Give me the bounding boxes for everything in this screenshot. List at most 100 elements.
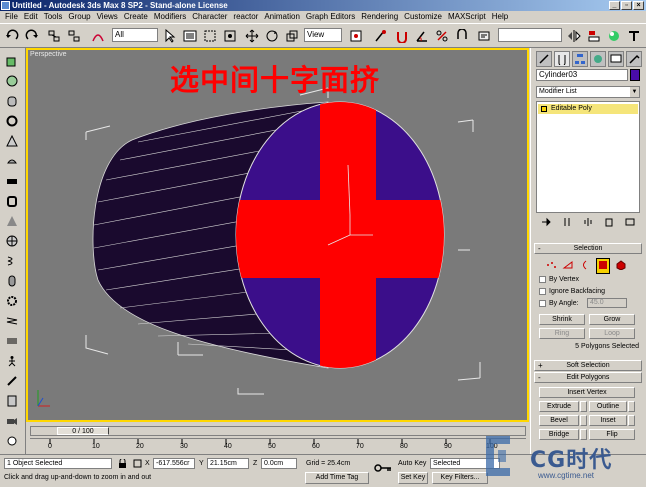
stack-item-editable-poly[interactable]: Editable Poly: [538, 104, 638, 114]
named-selection-dropdown[interactable]: [498, 28, 562, 42]
select-and-link-icon[interactable]: [46, 27, 62, 45]
create-capsule-icon[interactable]: [4, 274, 20, 288]
absolute-mode-icon[interactable]: [133, 459, 142, 470]
lock-selection-icon[interactable]: [118, 458, 127, 470]
named-selection-sets-icon[interactable]: [476, 27, 492, 45]
menu-animation[interactable]: Animation: [261, 11, 303, 23]
select-object-icon[interactable]: [162, 27, 178, 45]
window-crossing-icon[interactable]: [222, 27, 238, 45]
spinner-snap-icon[interactable]: [454, 27, 470, 45]
snap-toggle-icon[interactable]: [394, 27, 410, 45]
x-coordinate-field[interactable]: -617.556cr: [153, 458, 195, 469]
menu-views[interactable]: Views: [94, 11, 121, 23]
by-vertex-checkbox[interactable]: By Vertex: [539, 275, 579, 284]
object-color-swatch[interactable]: [630, 69, 640, 81]
y-coordinate-field[interactable]: 21.15cm: [207, 458, 249, 469]
create-cylinder-icon[interactable]: [4, 94, 20, 108]
align-icon[interactable]: [586, 27, 602, 45]
loop-button[interactable]: Loop: [589, 328, 635, 339]
menu-character[interactable]: Character: [189, 11, 230, 23]
polygon-level-icon[interactable]: [596, 258, 610, 274]
grow-button[interactable]: Grow: [589, 314, 635, 325]
utilities-tab-icon[interactable]: [626, 51, 642, 67]
material-editor-icon[interactable]: [606, 27, 622, 45]
create-cone-icon[interactable]: [4, 134, 20, 148]
create-helix-icon[interactable]: [4, 254, 20, 268]
modifier-stack[interactable]: Editable Poly: [536, 101, 640, 213]
create-bones-icon[interactable]: [4, 374, 20, 388]
rectangular-selection-icon[interactable]: [202, 27, 218, 45]
make-unique-icon[interactable]: [582, 216, 594, 227]
checkbox-box[interactable]: [539, 288, 546, 295]
expand-icon[interactable]: [541, 106, 547, 112]
element-level-icon[interactable]: [615, 260, 627, 272]
reference-coordinate-dropdown[interactable]: View: [304, 28, 342, 42]
undo-icon[interactable]: [4, 27, 20, 45]
create-geosphere-icon[interactable]: [4, 234, 20, 248]
checkbox-box[interactable]: [539, 276, 546, 283]
bind-space-warp-icon[interactable]: [90, 27, 106, 45]
pivot-center-icon[interactable]: [348, 27, 364, 45]
unlink-icon[interactable]: [66, 27, 82, 45]
create-tab-icon[interactable]: [536, 51, 552, 67]
modifier-list-dropdown[interactable]: Modifier List ▼: [536, 86, 640, 98]
ring-button[interactable]: Ring: [539, 328, 585, 339]
viewport-scene[interactable]: [28, 50, 527, 420]
menu-modifiers[interactable]: Modifiers: [151, 11, 189, 23]
percent-snap-icon[interactable]: [434, 27, 450, 45]
configure-sets-icon[interactable]: [624, 216, 636, 227]
create-teapot-icon[interactable]: [4, 154, 20, 168]
set-key-button[interactable]: Set Key: [398, 472, 428, 484]
perspective-viewport[interactable]: Perspective 选中间十字面挤: [26, 48, 529, 422]
extrude-button[interactable]: Extrude: [539, 401, 579, 412]
menu-edit[interactable]: Edit: [21, 11, 41, 23]
select-and-manipulate-icon[interactable]: [372, 27, 388, 45]
minimize-button[interactable]: _: [609, 1, 620, 10]
time-slider[interactable]: 0 / 100: [30, 426, 526, 436]
remove-modifier-icon[interactable]: [603, 216, 615, 227]
create-hose-icon[interactable]: [4, 334, 20, 348]
show-end-result-icon[interactable]: [561, 216, 573, 227]
close-button[interactable]: ×: [633, 1, 644, 10]
modify-tab-icon[interactable]: [554, 51, 570, 67]
create-plane-icon[interactable]: [4, 174, 20, 188]
bevel-button[interactable]: Bevel: [539, 415, 579, 426]
object-name-field[interactable]: Cylinder03: [536, 69, 628, 81]
menu-maxscript[interactable]: MAXScript: [445, 11, 489, 23]
restore-button[interactable]: ▫: [621, 1, 632, 10]
menu-group[interactable]: Group: [65, 11, 93, 23]
create-sphere-icon[interactable]: [4, 74, 20, 88]
display-tab-icon[interactable]: [608, 51, 624, 67]
select-by-name-icon[interactable]: [182, 27, 198, 45]
menu-help[interactable]: Help: [489, 11, 511, 23]
shrink-button[interactable]: Shrink: [539, 314, 585, 325]
inset-button[interactable]: Inset: [589, 415, 627, 426]
menu-graph-editors[interactable]: Graph Editors: [303, 11, 358, 23]
insert-vertex-button[interactable]: Insert Vertex: [539, 387, 635, 398]
create-light-icon[interactable]: [4, 434, 20, 448]
track-bar[interactable]: 0 10 20 30 40 50 60 70 80 90 100: [30, 438, 526, 452]
inset-settings-button[interactable]: [628, 415, 635, 426]
scale-icon[interactable]: [284, 27, 300, 45]
create-ik-icon[interactable]: [4, 394, 20, 408]
create-biped-icon[interactable]: [4, 354, 20, 368]
create-gear-icon[interactable]: [4, 294, 20, 308]
time-slider-thumb[interactable]: 0 / 100: [57, 427, 109, 435]
hierarchy-tab-icon[interactable]: [572, 51, 588, 67]
by-angle-spinner[interactable]: 45.0: [587, 298, 627, 308]
menu-customize[interactable]: Customize: [401, 11, 445, 23]
menu-file[interactable]: File: [2, 11, 21, 23]
create-camera-icon[interactable]: [4, 414, 20, 428]
outline-button[interactable]: Outline: [589, 401, 627, 412]
quick-render-icon[interactable]: [626, 27, 642, 45]
outline-settings-button[interactable]: [628, 401, 635, 412]
edit-polygons-rollout-header[interactable]: - Edit Polygons: [534, 372, 642, 383]
checkbox-box[interactable]: [539, 300, 546, 307]
selection-rollout-header[interactable]: - Selection: [534, 243, 642, 254]
soft-selection-rollout-header[interactable]: + Soft Selection: [534, 360, 642, 371]
create-box-icon[interactable]: [4, 54, 20, 68]
key-mode-icon[interactable]: [374, 463, 392, 475]
edge-level-icon[interactable]: [562, 260, 574, 272]
vertex-level-icon[interactable]: [545, 260, 557, 272]
add-time-tag-button[interactable]: Add Time Tag: [305, 472, 369, 484]
